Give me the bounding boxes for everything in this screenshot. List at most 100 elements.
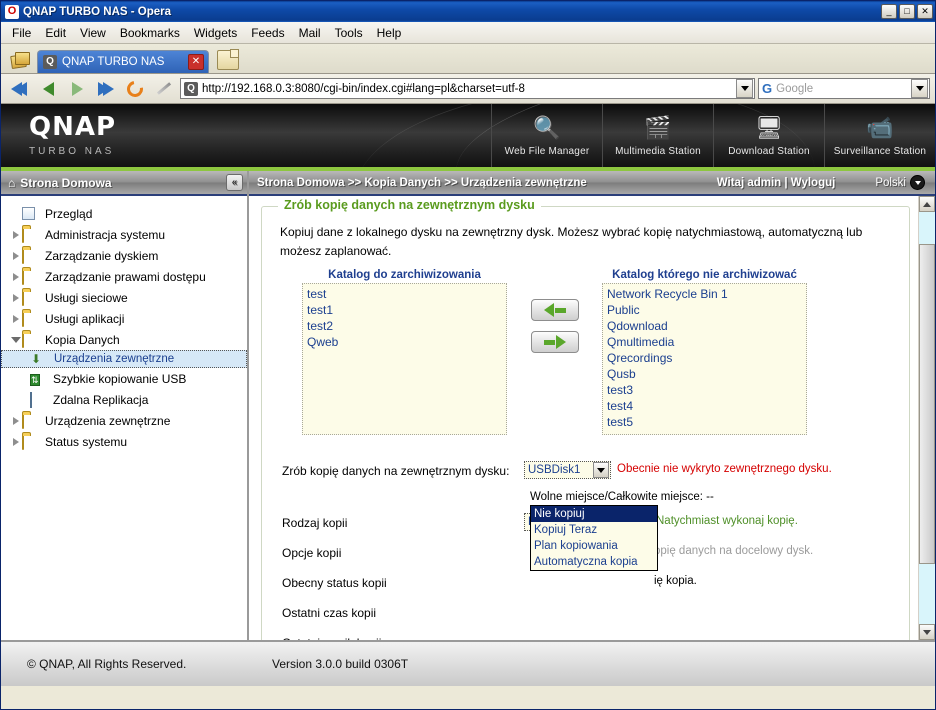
sidebar-item-uslugi-aplikacji[interactable]: Usługi aplikacji xyxy=(1,308,247,329)
menu-item-file[interactable]: File xyxy=(5,24,38,42)
tab-close-icon[interactable]: ✕ xyxy=(188,54,204,70)
page-intro: Kopiuj dane z lokalnego dysku na zewnętr… xyxy=(280,225,863,258)
dropdown-option-kopiuj-teraz[interactable]: Kopiuj Teraz xyxy=(531,522,657,538)
disk-select[interactable]: USBDisk1 xyxy=(524,461,611,479)
station-surveillance[interactable]: 📹 Surveillance Station xyxy=(824,104,935,167)
breadcrumb-trail: Strona Domowa >> Kopia Danych >> Urządze… xyxy=(257,176,587,189)
move-right-button[interactable] xyxy=(530,331,579,353)
dropdown-option-plan-kopiowania[interactable]: Plan kopiowania xyxy=(531,538,657,554)
menu-item-view[interactable]: View xyxy=(73,24,113,42)
pencil-icon[interactable] xyxy=(151,78,177,100)
scroll-down-icon[interactable] xyxy=(919,624,935,640)
chevron-right-icon[interactable] xyxy=(9,272,22,281)
list-item[interactable]: test xyxy=(307,286,502,302)
menu-item-tools[interactable]: Tools xyxy=(328,24,370,42)
chevron-right-icon[interactable] xyxy=(9,293,22,302)
station-download[interactable]: 🖥 Download Station xyxy=(713,104,824,167)
content-body: Zrób kopię danych na zewnętrznym dysku K… xyxy=(249,196,935,640)
list-item[interactable]: test3 xyxy=(607,382,802,398)
menu-item-edit[interactable]: Edit xyxy=(38,24,73,42)
copy-type-dropdown-menu[interactable]: Nie kopiuj Kopiuj Teraz Plan kopiowania … xyxy=(530,505,658,571)
list-item[interactable]: Qweb xyxy=(307,334,502,350)
fast-forward-icon[interactable] xyxy=(93,78,119,100)
sidebar-item-szybkie-kopiowanie-usb[interactable]: ⇅ Szybkie kopiowanie USB xyxy=(1,368,247,389)
move-left-button[interactable] xyxy=(530,299,579,321)
dropdown-option-automatyczna-kopia[interactable]: Automatyczna kopia xyxy=(531,554,657,570)
url-dropdown-icon[interactable] xyxy=(736,79,753,98)
navigation-tree: Przegląd Administracja systemu Zarządzan… xyxy=(1,196,247,640)
maximize-button[interactable]: □ xyxy=(899,4,915,19)
list-item[interactable]: Network Recycle Bin 1 xyxy=(607,286,802,302)
search-dropdown-icon[interactable] xyxy=(911,79,928,98)
sidebar-item-przeglad[interactable]: Przegląd xyxy=(1,203,247,224)
close-button[interactable]: ✕ xyxy=(917,4,933,19)
list-item[interactable]: test2 xyxy=(307,318,502,334)
sidebar-item-uslugi-sieciowe[interactable]: Usługi sieciowe xyxy=(1,287,247,308)
scroll-up-icon[interactable] xyxy=(919,196,935,212)
chevron-right-icon[interactable] xyxy=(9,437,22,446)
list-item[interactable]: Qmultimedia xyxy=(607,334,802,350)
chevron-right-icon[interactable] xyxy=(9,251,22,260)
rewind-icon[interactable] xyxy=(6,78,32,100)
menu-item-mail[interactable]: Mail xyxy=(292,24,328,42)
sidebar-item-administracja-systemu[interactable]: Administracja systemu xyxy=(1,224,247,245)
copy-status-row: Obecny status kopii ię kopia. xyxy=(282,573,895,595)
panels-icon[interactable] xyxy=(7,47,33,71)
chevron-right-icon[interactable] xyxy=(9,314,22,323)
menu-item-feeds[interactable]: Feeds xyxy=(244,24,291,42)
copy-status-control: ię kopia. xyxy=(524,573,697,587)
station-multimedia[interactable]: 🎬 Multimedia Station xyxy=(602,104,713,167)
browser-tab[interactable]: Q QNAP TURBO NAS ✕ xyxy=(37,50,209,73)
list-item[interactable]: Qdownload xyxy=(607,318,802,334)
transfer-buttons xyxy=(507,269,602,435)
include-list[interactable]: test test1 test2 Qweb xyxy=(302,283,507,435)
url-input[interactable]: Q http://192.168.0.3:8080/cgi-bin/index.… xyxy=(180,78,755,99)
list-item[interactable]: Public xyxy=(607,302,802,318)
reload-icon[interactable] xyxy=(122,77,148,100)
list-item[interactable]: test1 xyxy=(307,302,502,318)
window-controls: _ □ ✕ xyxy=(881,4,933,19)
content-scrollbar[interactable] xyxy=(918,196,935,640)
tab-bar: Q QNAP TURBO NAS ✕ xyxy=(1,44,935,74)
chevron-down-icon[interactable] xyxy=(9,336,22,343)
sidebar-item-urzadzenia-zewnetrzne[interactable]: Urządzenia zewnętrzne xyxy=(1,410,247,431)
forward-arrow-icon[interactable] xyxy=(64,78,90,100)
list-item[interactable]: Qrecordings xyxy=(607,350,802,366)
list-item[interactable]: Qusb xyxy=(607,366,802,382)
menu-item-help[interactable]: Help xyxy=(370,24,409,42)
scrollbar-thumb[interactable] xyxy=(919,244,935,564)
sidebar-item-zarzadzanie-prawami-dostepu[interactable]: Zarządzanie prawami dostępu xyxy=(1,266,247,287)
list-item[interactable]: test4 xyxy=(607,398,802,414)
new-tab-icon[interactable] xyxy=(217,49,239,70)
language-selector[interactable]: Polski xyxy=(875,175,935,190)
sidebar-item-label: Zdalna Replikacja xyxy=(53,392,149,407)
search-input[interactable]: G Google xyxy=(758,78,930,99)
sidebar-item-zdalna-replikacja[interactable]: Zdalna Replikacja xyxy=(1,389,247,410)
disk-hint: Obecnie nie wykryto zewnętrznego dysku. xyxy=(617,463,832,475)
disk-label: Zrób kopię danych na zewnętrznym dysku: xyxy=(282,464,510,478)
exclude-list[interactable]: Network Recycle Bin 1 Public Qdownload Q… xyxy=(602,283,807,435)
minimize-button[interactable]: _ xyxy=(881,4,897,19)
menu-item-bookmarks[interactable]: Bookmarks xyxy=(113,24,187,42)
chevron-down-icon[interactable] xyxy=(593,462,609,478)
chevron-right-icon[interactable] xyxy=(9,416,22,425)
scrollbar-track[interactable] xyxy=(919,212,935,624)
chevron-right-icon[interactable] xyxy=(9,230,22,239)
dropdown-option-nie-kopiuj[interactable]: Nie kopiuj xyxy=(531,506,657,522)
list-item[interactable]: test5 xyxy=(607,414,802,430)
sidebar-item-urzadzenia-zewnetrzne-active[interactable]: ⬇ Urządzenia zewnętrzne xyxy=(1,350,247,368)
station-links: 🔍 Web File Manager 🎬 Multimedia Station … xyxy=(491,104,935,167)
sidebar-item-zarzadzanie-dyskiem[interactable]: Zarządzanie dyskiem xyxy=(1,245,247,266)
station-web-file-manager[interactable]: 🔍 Web File Manager xyxy=(491,104,602,167)
disk-control: USBDisk1 Obecnie nie wykryto zewnętrzneg… xyxy=(524,461,832,479)
back-arrow-icon[interactable] xyxy=(35,78,61,100)
sidebar-item-kopia-danych[interactable]: Kopia Danych xyxy=(1,329,247,350)
collapse-sidebar-button[interactable]: « xyxy=(226,174,243,191)
menu-item-widgets[interactable]: Widgets xyxy=(187,24,244,42)
tab-title: QNAP TURBO NAS xyxy=(62,56,165,68)
sidebar-item-status-systemu[interactable]: Status systemu xyxy=(1,431,247,452)
content-pane: Strona Domowa >> Kopia Danych >> Urządze… xyxy=(249,171,935,640)
qnap-tagline: TURBO NAS xyxy=(29,146,115,157)
qnap-favicon: Q xyxy=(43,55,57,69)
welcome-logout[interactable]: Witaj admin | Wyloguj xyxy=(717,177,836,189)
